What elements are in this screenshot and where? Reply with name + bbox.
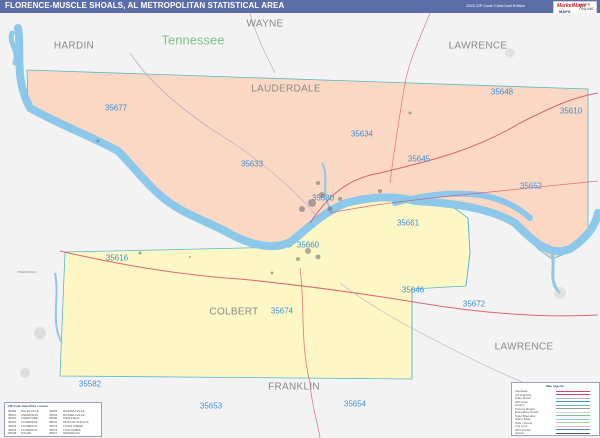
map-legend-swatch (556, 415, 590, 416)
zip-label-35582[interactable]: 35582 (79, 380, 101, 389)
zip-index-title: ZIP Code Index/City Locator (8, 404, 48, 408)
zip-index-cell: 35677 (49, 431, 58, 436)
map-legend-swatch (556, 422, 590, 423)
map-legend-swatch (556, 401, 590, 402)
zip-label-35630[interactable]: 35630 (312, 194, 334, 203)
zip-label-35652[interactable]: 35652 (520, 182, 542, 191)
map-legend-swatch (556, 418, 590, 420)
zip-label-35661[interactable]: 35661 (397, 219, 419, 228)
zip-label-35672[interactable]: 35672 (463, 300, 485, 309)
zip-index-legend: ZIP Code Index/City Locator 35582 HALEYVI… (4, 402, 102, 437)
county-label-colbert: COLBERT (209, 306, 259, 318)
zip-label-35633[interactable]: 35633 (241, 160, 263, 169)
map-legend-swatch (556, 411, 590, 413)
place-label-tishomingo: TISHOMINGO (17, 270, 37, 274)
county-label-lauderdale: LAUDERDALE (251, 83, 321, 95)
map-legend-swatch (556, 429, 590, 430)
map-legend-title: Map Legend (546, 384, 564, 388)
zip-label-35654[interactable]: 35654 (344, 400, 366, 409)
zip-label-35674[interactable]: 35674 (271, 307, 293, 316)
map-legend-swatch (556, 404, 590, 406)
map-legend-swatch (556, 425, 590, 427)
zip-label-35677[interactable]: 35677 (105, 104, 127, 113)
county-label-wayne: WAYNE (246, 18, 284, 30)
title-bar: FLORENCE-MUSCLE SHOALS, AL METROPOLITAN … (0, 0, 600, 13)
state-label-tennessee: Tennessee (161, 32, 225, 48)
map-legend-swatch (556, 390, 590, 392)
map-canvas[interactable] (0, 13, 600, 438)
zip-label-35645[interactable]: 35645 (408, 155, 430, 164)
zip-label-35646[interactable]: 35646 (402, 286, 424, 295)
zip-label-35610[interactable]: 35610 (560, 107, 582, 116)
map-legend-item: Airport (515, 431, 524, 435)
zip-index-cell: 35645 (8, 431, 17, 436)
zip-index-cell: WATERLOO (63, 431, 80, 436)
zip-label-35648[interactable]: 35648 (491, 88, 513, 97)
map-legend-swatch (556, 408, 590, 409)
zip-label-35660[interactable]: 35660 (297, 241, 319, 250)
zip-label-35616[interactable]: 35616 (106, 254, 128, 263)
zip-index-cell: KILLEN (21, 431, 32, 436)
zip-label-35653[interactable]: 35653 (200, 402, 222, 411)
logo-side-text: MAPS ONLINE (579, 2, 594, 11)
map-page: FLORENCE-MUSCLE SHOALS, AL METROPOLITAN … (0, 0, 600, 438)
county-label-franklin: FRANKLIN (268, 381, 320, 393)
map-legend-swatch (556, 432, 590, 434)
map-legend-swatch (556, 394, 590, 395)
map-title: FLORENCE-MUSCLE SHOALS, AL METROPOLITAN … (5, 1, 285, 10)
zip-label-35634[interactable]: 35634 (351, 130, 373, 139)
edition-label: 2023 ZIP Code ColorCast Edition (466, 3, 526, 8)
county-label-hardin: HARDIN (53, 40, 95, 52)
county-label-lawrence-al: LAWRENCE (494, 341, 554, 353)
map-legend-swatch (556, 397, 590, 399)
map-legend: Map Legend Interstate US Highway State Rou… (511, 382, 600, 436)
county-label-lawrence-tn: LAWRENCE (448, 40, 508, 52)
